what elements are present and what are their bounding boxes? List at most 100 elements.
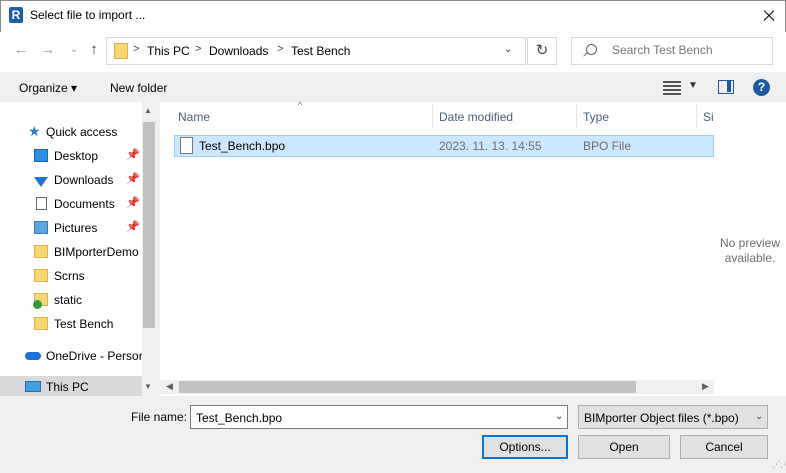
file-type-value: BIMporter Object files (*.bpo) (584, 411, 739, 425)
nav-item-pictures[interactable]: Pictures 📌 (0, 216, 142, 240)
nav-item-label: This PC (46, 380, 89, 394)
forward-button[interactable]: → (38, 40, 58, 60)
nav-item-quick-access[interactable]: ★ Quick access (0, 120, 142, 144)
column-header-size[interactable]: Siz (703, 110, 714, 124)
column-divider[interactable] (432, 104, 433, 128)
scroll-left-icon[interactable]: ◀ (166, 381, 173, 392)
nav-item-label: OneDrive - Persor (46, 349, 143, 363)
file-date-cell: 2023. 11. 13. 14:55 (439, 139, 542, 153)
file-name-cell: Test_Bench.bpo (199, 139, 286, 153)
preview-pane-icon[interactable] (718, 80, 734, 94)
options-button[interactable]: Options... (482, 435, 568, 459)
resize-grip-icon[interactable]: ⋰⋰ (772, 459, 786, 470)
column-divider[interactable] (696, 104, 697, 128)
nav-item-desktop[interactable]: Desktop 📌 (0, 144, 142, 168)
arrow-left-icon: ← (13, 41, 29, 58)
pictures-icon (34, 221, 48, 234)
file-name-label: File name: (131, 410, 188, 424)
nav-item-documents[interactable]: Documents 📌 (0, 192, 142, 216)
sort-ascending-icon: ^ (298, 100, 303, 110)
nav-item-label: Documents (54, 197, 115, 211)
scroll-down-icon[interactable]: ▼ (144, 382, 152, 391)
cloud-icon (25, 352, 41, 360)
view-details-icon[interactable] (663, 81, 681, 95)
horizontal-scrollbar-thumb[interactable] (179, 381, 636, 393)
breadcrumb-separator: > (277, 43, 284, 55)
column-header-type[interactable]: Type (583, 110, 609, 124)
folder-icon (34, 269, 48, 282)
folder-icon (34, 317, 48, 330)
file-type-cell: BPO File (583, 139, 632, 153)
pin-icon: 📌 (126, 149, 140, 161)
window-title: Select file to import ... (30, 8, 146, 22)
preview-line: available. (724, 251, 776, 265)
download-icon (34, 177, 48, 187)
star-icon: ★ (28, 123, 41, 139)
nav-item-label: Pictures (54, 221, 98, 235)
file-type-select[interactable]: BIMporter Object files (*.bpo) ⌄ (578, 405, 768, 429)
nav-item-label: static (54, 293, 83, 307)
breadcrumb-test-bench[interactable]: Test Bench (291, 44, 350, 58)
close-button[interactable] (756, 4, 782, 28)
up-button[interactable]: ↑ (84, 40, 104, 60)
documents-icon (36, 197, 47, 210)
view-dropdown-icon[interactable]: ▼ (688, 80, 698, 91)
nav-item-bimporterdemo[interactable]: BIMporterDemo (0, 240, 142, 264)
breadcrumb-separator: > (133, 43, 140, 55)
refresh-button[interactable]: ↻ (527, 37, 557, 65)
scroll-up-icon[interactable]: ▲ (144, 106, 152, 115)
scroll-right-icon[interactable]: ▶ (702, 381, 709, 392)
column-header-date-modified[interactable]: Date modified (439, 110, 513, 124)
breadcrumb-separator: > (195, 43, 202, 55)
address-bar[interactable]: > This PC > Downloads > Test Bench ⌄ (106, 37, 526, 65)
folder-icon (34, 245, 48, 258)
chevron-down-icon: ⌄ (69, 44, 79, 55)
chevron-down-icon[interactable]: ⌄ (555, 411, 563, 422)
nav-item-scrns[interactable]: Scrns (0, 264, 142, 288)
help-icon[interactable]: ? (753, 79, 770, 96)
nav-item-label: Scrns (54, 269, 85, 283)
refresh-icon: ↻ (535, 42, 549, 59)
breadcrumb-this-pc[interactable]: This PC (147, 44, 190, 58)
nav-item-static[interactable]: static (0, 288, 142, 312)
nav-item-label: BIMporterDemo (54, 245, 139, 259)
nav-item-label: Desktop (54, 149, 99, 163)
nav-item-label: Downloads (54, 173, 114, 187)
file-icon (180, 137, 193, 154)
breadcrumb-downloads[interactable]: Downloads (209, 44, 268, 58)
preview-line: No preview (719, 236, 781, 250)
app-icon: R (9, 7, 23, 23)
chevron-down-icon: ⌄ (755, 411, 764, 422)
cancel-button[interactable]: Cancel (680, 435, 768, 459)
nav-scrollbar-thumb[interactable] (143, 122, 155, 328)
folder-icon (114, 43, 128, 59)
desktop-icon (34, 149, 48, 162)
recent-locations-button[interactable]: ⌄ (64, 40, 84, 60)
file-name-value: Test_Bench.bpo (196, 411, 283, 425)
search-input[interactable] (612, 43, 762, 57)
organize-button[interactable]: Organize ▾ (19, 81, 77, 95)
new-folder-button[interactable]: New folder (110, 81, 167, 95)
back-button[interactable]: ← (11, 40, 31, 60)
search-box[interactable] (571, 37, 773, 65)
chevron-down-icon[interactable]: ⌄ (504, 44, 512, 55)
open-button[interactable]: Open (578, 435, 670, 459)
column-header-name[interactable]: Name (178, 110, 210, 124)
folder-sync-icon (33, 293, 48, 309)
arrow-up-icon: ↑ (90, 41, 98, 58)
nav-item-this-pc[interactable]: This PC (0, 376, 142, 396)
pin-icon: 📌 (126, 221, 140, 233)
nav-item-onedrive[interactable]: OneDrive - Persor (0, 344, 143, 368)
nav-item-downloads[interactable]: Downloads 📌 (0, 168, 142, 192)
preview-message: No preview available. (714, 236, 786, 266)
computer-icon (25, 381, 41, 392)
nav-item-label: Quick access (46, 125, 118, 139)
nav-item-label: Test Bench (54, 317, 114, 331)
arrow-right-icon: → (40, 41, 56, 58)
nav-item-test-bench[interactable]: Test Bench (0, 312, 142, 336)
pin-icon: 📌 (126, 197, 140, 209)
search-icon (586, 44, 597, 55)
file-name-input[interactable]: Test_Bench.bpo ⌄ (190, 405, 568, 429)
column-divider[interactable] (576, 104, 577, 128)
pin-icon: 📌 (126, 173, 140, 185)
